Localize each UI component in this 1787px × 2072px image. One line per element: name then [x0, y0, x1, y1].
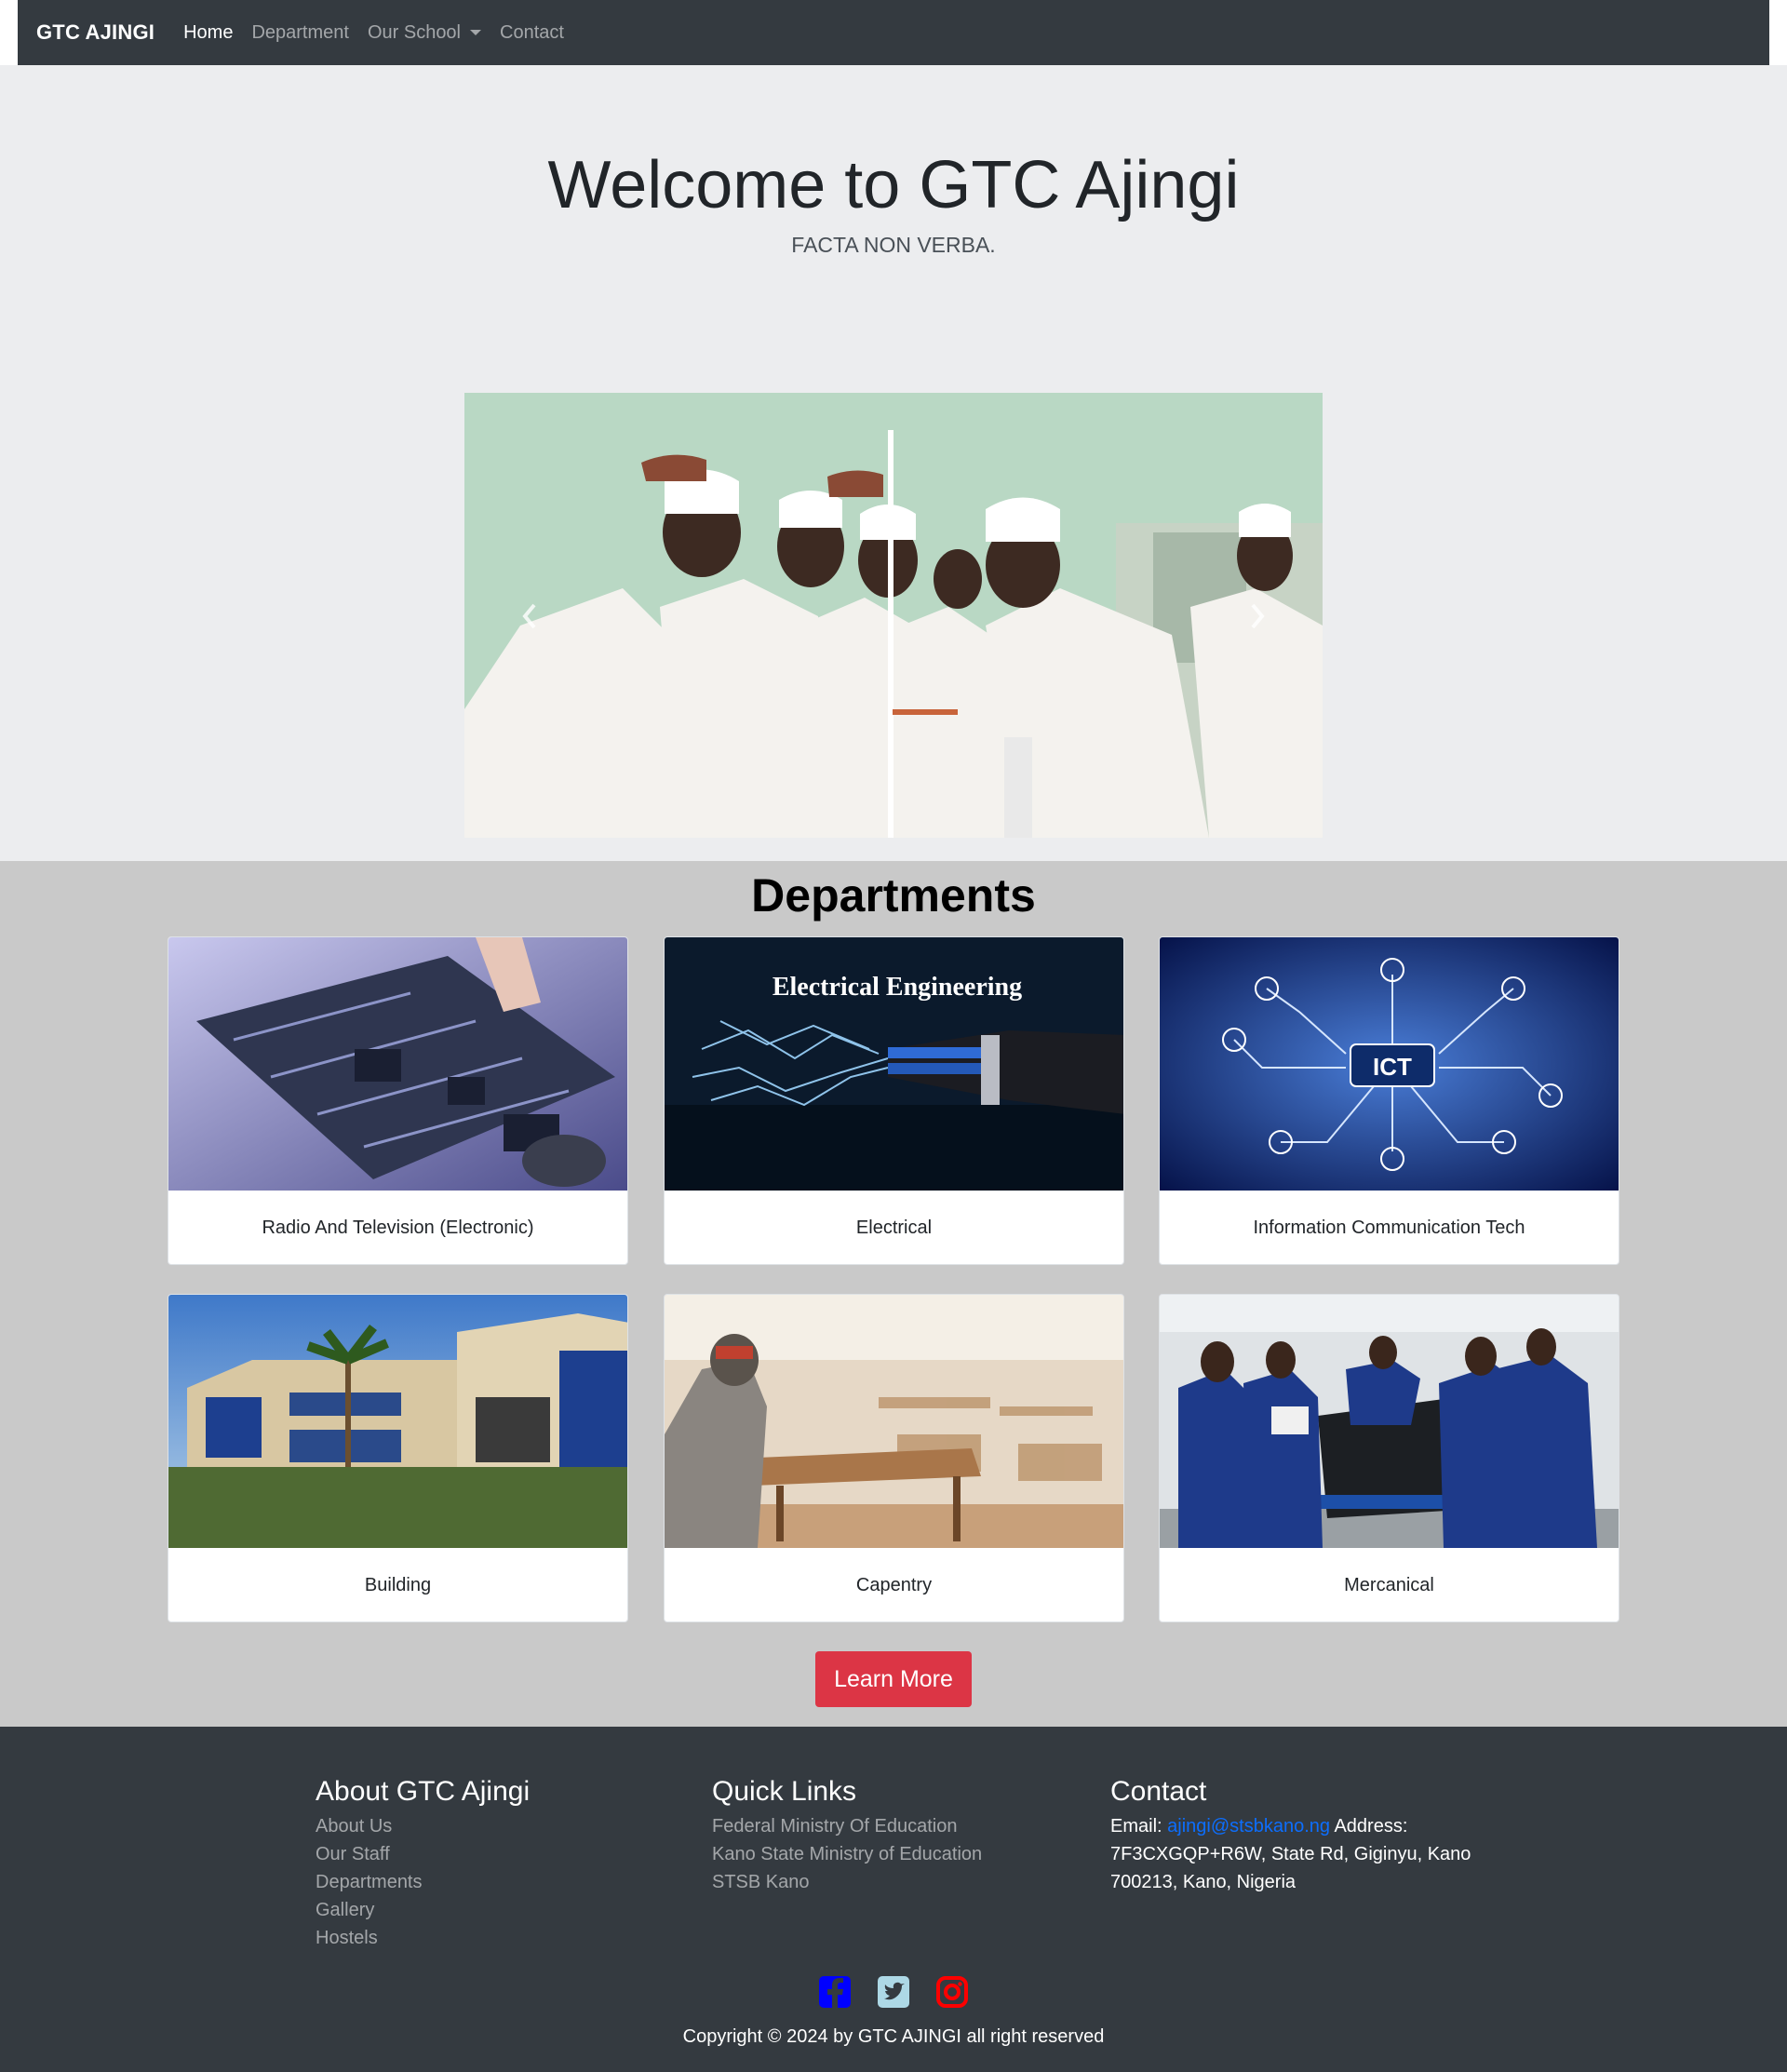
nav-home[interactable]: Home	[183, 22, 233, 44]
department-card-carpentry[interactable]: Capentry	[664, 1294, 1124, 1622]
carousel-next-button[interactable]	[1243, 598, 1271, 635]
nav-our-school-label: Our School	[367, 21, 462, 43]
nav-our-school[interactable]: Our School	[367, 21, 482, 44]
nav-department[interactable]: Department	[251, 22, 349, 44]
image-carousel[interactable]	[464, 393, 1323, 838]
card-label: Radio And Television (Electronic)	[262, 1218, 534, 1238]
footer-about-heading: About GTC Ajingi	[316, 1776, 531, 1807]
department-card-electronics[interactable]: Radio And Television (Electronic)	[168, 936, 628, 1265]
chevron-right-icon	[1251, 603, 1265, 629]
carousel-students-image	[464, 393, 1323, 838]
learn-more-button[interactable]: Learn More	[815, 1651, 972, 1707]
card-image	[168, 1295, 627, 1548]
facebook-icon[interactable]	[818, 1975, 852, 2009]
footer-quick-links-column: Quick Links Federal Ministry Of Educatio…	[712, 1775, 982, 1896]
footer-contact-column: Contact Email: ajingi@stsbkano.ng Addres…	[1110, 1775, 1473, 1896]
footer: About GTC Ajingi About Us Our Staff Depa…	[0, 1727, 1787, 2072]
hero-subtitle: FACTA NON VERBA.	[791, 233, 996, 257]
card-image: Electrical Engineering	[665, 937, 1123, 1191]
departments-title: Departments	[751, 869, 1036, 922]
department-card-mechanical[interactable]: Mercanical	[1159, 1294, 1619, 1622]
address-label: Address:	[1334, 1816, 1408, 1837]
carousel-prev-button[interactable]	[516, 598, 544, 635]
footer-quick-links-heading: Quick Links	[712, 1776, 857, 1807]
footer-link-about-us[interactable]: About Us	[316, 1812, 530, 1840]
footer-link-federal-ministry[interactable]: Federal Ministry Of Education	[712, 1812, 982, 1840]
navbar: GTC AJINGI Home Department Our School Co…	[18, 0, 1769, 65]
brand-logo[interactable]: GTC AJINGI	[36, 20, 155, 45]
card-image: ICT	[1160, 937, 1619, 1191]
twitter-icon[interactable]	[877, 1975, 910, 2009]
footer-link-stsb-kano[interactable]: STSB Kano	[712, 1868, 982, 1896]
electrical-engineering-caption: Electrical Engineering	[773, 973, 1022, 1002]
card-image	[1160, 1295, 1619, 1548]
ict-caption: ICT	[1373, 1053, 1412, 1081]
copyright-text: Copyright © 2024 by GTC AJINGI all right…	[682, 2026, 1105, 2047]
email-label: Email:	[1110, 1816, 1162, 1837]
department-card-electrical[interactable]: Electrical Engineering Electrical	[664, 936, 1124, 1265]
caret-down-icon	[470, 30, 482, 35]
card-image	[168, 937, 627, 1191]
footer-link-gallery[interactable]: Gallery	[316, 1896, 530, 1924]
email-link[interactable]: ajingi@stsbkano.ng	[1167, 1816, 1330, 1837]
card-label: Capentry	[855, 1575, 933, 1595]
card-label: Mercanical	[1344, 1575, 1434, 1595]
hero-section: Welcome to GTC Ajingi FACTA NON VERBA.	[0, 65, 1787, 861]
department-card-ict[interactable]: ICT Information Communication Tech	[1159, 936, 1619, 1265]
hero-title: Welcome to GTC Ajingi	[547, 148, 1240, 222]
address-text: 7F3CXGQP+R6W, State Rd, Giginyu, Kano 70…	[1110, 1844, 1471, 1892]
footer-link-departments[interactable]: Departments	[316, 1868, 530, 1896]
footer-link-our-staff[interactable]: Our Staff	[316, 1840, 530, 1868]
nav-contact[interactable]: Contact	[500, 22, 564, 44]
footer-about-column: About GTC Ajingi About Us Our Staff Depa…	[316, 1775, 530, 1952]
footer-contact-text: Email: ajingi@stsbkano.ng Address: 7F3CX…	[1110, 1812, 1473, 1896]
department-card-building[interactable]: Building	[168, 1294, 628, 1622]
card-label: Information Communication Tech	[1253, 1218, 1525, 1238]
card-image	[665, 1295, 1123, 1548]
footer-link-kano-ministry[interactable]: Kano State Ministry of Education	[712, 1840, 982, 1868]
chevron-left-icon	[522, 603, 536, 629]
card-label: Electrical	[855, 1218, 933, 1238]
departments-section: Departments Radio And Television (Electr…	[0, 861, 1787, 1727]
footer-link-hostels[interactable]: Hostels	[316, 1924, 530, 1952]
instagram-icon[interactable]	[935, 1975, 969, 2009]
social-links	[0, 1975, 1787, 2009]
footer-contact-heading: Contact	[1110, 1776, 1207, 1807]
card-label: Building	[364, 1575, 432, 1595]
